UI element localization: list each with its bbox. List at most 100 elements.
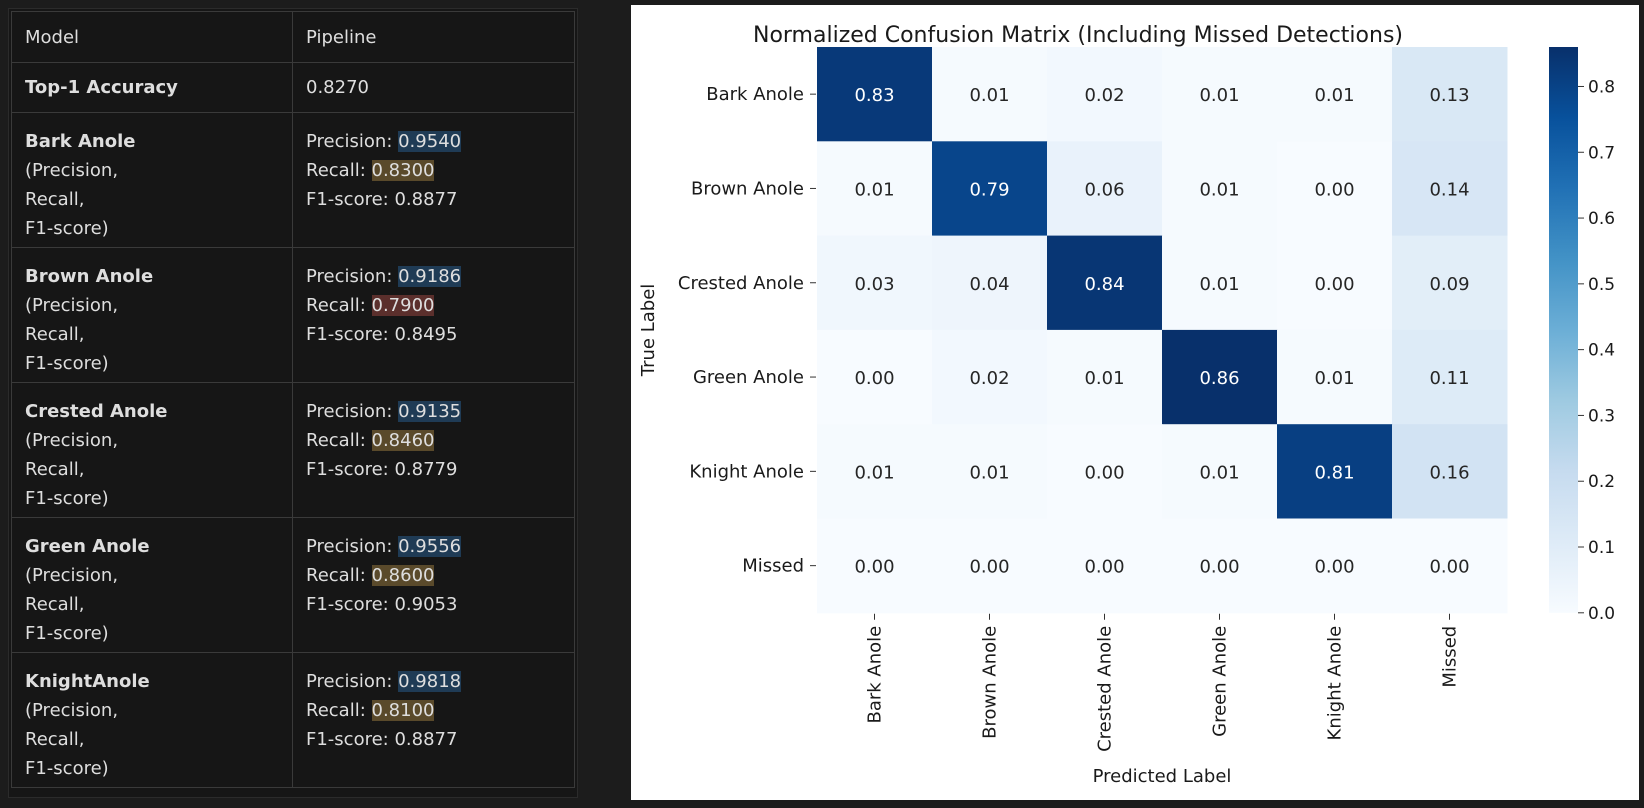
colorbar-tick-label: 0.3: [1588, 406, 1615, 426]
metrics-cell: Precision: 0.9540 Recall: 0.8300 F1-score:…: [292, 112, 575, 248]
cell-value-label: 0.00: [1314, 557, 1354, 578]
metrics-cell: Precision: 0.9186 Recall: 0.7900 F1-score:…: [292, 247, 575, 383]
recall-label: Recall:: [306, 565, 372, 586]
cell-value-label: 0.86: [1199, 368, 1239, 389]
precision-value: 0.9556: [398, 536, 462, 557]
class-cell: Brown Anole (Precision, Recall, F1-score): [11, 247, 293, 383]
x-tick-label: Missed: [1440, 626, 1461, 688]
recall-label: Recall:: [306, 430, 372, 451]
recall-label: Recall:: [306, 295, 372, 316]
class-name: Green Anole: [25, 536, 150, 557]
colorbar-tick-label: 0.1: [1588, 538, 1615, 558]
colorbar-tick-label: 0.2: [1588, 472, 1615, 492]
class-cell: Green Anole (Precision, Recall, F1-score): [11, 517, 293, 653]
recall-value: 0.8300: [371, 160, 435, 181]
f1-score: F1-score: 0.8779: [306, 459, 458, 480]
cell-value-label: 0.03: [854, 274, 894, 295]
x-tick-label: Brown Anole: [980, 626, 1001, 739]
recall-line: Recall: 0.8460: [306, 426, 561, 455]
precision-value: 0.9135: [398, 401, 462, 422]
metric-label: F1-score): [25, 218, 109, 239]
class-name: Crested Anole: [25, 401, 168, 422]
cell-value-label: 0.04: [969, 274, 1009, 295]
cell-value-label: 0.01: [1199, 179, 1239, 200]
precision-value: 0.9540: [398, 131, 462, 152]
header-model: Model: [11, 11, 293, 63]
cell-value-label: 0.11: [1429, 368, 1469, 389]
cell-value-label: 0.00: [1084, 462, 1124, 483]
y-tick-label: Crested Anole: [678, 273, 804, 294]
confusion-matrix-chart: Normalized Confusion Matrix (Including M…: [631, 5, 1639, 800]
y-tick-label: Knight Anole: [689, 461, 804, 482]
cell-value-label: 0.01: [969, 85, 1009, 106]
f1-score: F1-score: 0.8877: [306, 189, 458, 210]
recall-value: 0.7900: [371, 295, 435, 316]
precision-value: 0.9186: [398, 266, 462, 287]
cell-value-label: 0.01: [1084, 368, 1124, 389]
colorbar-tick-label: 0.8: [1588, 77, 1615, 97]
recall-line: Recall: 0.8100: [306, 696, 561, 725]
f1-score: F1-score: 0.8877: [306, 729, 458, 750]
cell-value-label: 0.81: [1314, 462, 1354, 483]
class-cell: Bark Anole (Precision, Recall, F1-score): [11, 112, 293, 248]
colorbar-tick-label: 0.4: [1588, 341, 1615, 361]
x-tick-label: Bark Anole: [865, 626, 886, 724]
class-name: Bark Anole: [25, 131, 136, 152]
table-row: Green Anole (Precision, Recall, F1-score) Pr…: [11, 517, 575, 653]
recall-value: 0.8460: [371, 430, 435, 451]
cell-value-label: 0.00: [1429, 557, 1469, 578]
metric-label: (Precision,: [25, 430, 119, 451]
precision-line: Precision: 0.9540: [306, 127, 561, 156]
accuracy-value: 0.8270: [292, 62, 575, 113]
cell-value-label: 0.14: [1429, 179, 1469, 200]
metric-label: Recall,: [25, 729, 85, 750]
x-tick-label: Green Anole: [1210, 626, 1231, 737]
cell-value-label: 0.00: [854, 368, 894, 389]
cell-value-label: 0.13: [1429, 85, 1469, 106]
header-pipeline: Pipeline: [292, 11, 575, 63]
metrics-cell: Precision: 0.9556 Recall: 0.8600 F1-score:…: [292, 517, 575, 653]
class-cell: Crested Anole (Precision, Recall, F1-score): [11, 382, 293, 518]
accuracy-row: Top-1 Accuracy 0.8270: [11, 62, 575, 113]
cell-value-label: 0.01: [1199, 274, 1239, 295]
cell-value-label: 0.00: [969, 557, 1009, 578]
recall-line: Recall: 0.8600: [306, 561, 561, 590]
cell-value-label: 0.79: [969, 179, 1009, 200]
f1-score: F1-score: 0.8495: [306, 324, 458, 345]
chart-title: Normalized Confusion Matrix (Including M…: [753, 23, 1403, 48]
cell-value-label: 0.01: [854, 462, 894, 483]
colorbar: [1549, 47, 1578, 613]
confusion-matrix-svg: Normalized Confusion Matrix (Including M…: [638, 23, 1615, 787]
table-header-row: Model Pipeline: [11, 11, 575, 63]
colorbar-tick-label: 0.6: [1588, 209, 1615, 229]
class-name: KnightAnole: [25, 671, 150, 692]
precision-label: Precision:: [306, 401, 399, 422]
cell-value-label: 0.00: [1199, 557, 1239, 578]
table-row: Bark Anole (Precision, Recall, F1-score) Pre…: [11, 112, 575, 248]
cell-value-label: 0.01: [1199, 462, 1239, 483]
metric-label: Recall,: [25, 594, 85, 615]
metric-label: (Precision,: [25, 160, 119, 181]
table-row: KnightAnole (Precision, Recall, F1-score) Pr…: [11, 652, 575, 788]
cell-value-label: 0.01: [854, 179, 894, 200]
cell-value-label: 0.01: [1314, 85, 1354, 106]
cell-value-label: 0.02: [969, 368, 1009, 389]
cell-value-label: 0.00: [1314, 179, 1354, 200]
metric-label: Recall,: [25, 324, 85, 345]
metric-label: (Precision,: [25, 700, 119, 721]
cell-value-label: 0.01: [1314, 368, 1354, 389]
f1-score: F1-score: 0.9053: [306, 594, 458, 615]
recall-line: Recall: 0.8300: [306, 156, 561, 185]
cell-value-label: 0.02: [1084, 85, 1124, 106]
class-cell: KnightAnole (Precision, Recall, F1-score): [11, 652, 293, 788]
precision-value: 0.9818: [398, 671, 462, 692]
cell-value-label: 0.00: [1314, 274, 1354, 295]
colorbar-tick-label: 0.7: [1588, 143, 1615, 163]
metric-label: F1-score): [25, 353, 109, 374]
table-row: Crested Anole (Precision, Recall, F1-score)…: [11, 382, 575, 518]
table-row: Brown Anole (Precision, Recall, F1-score) Pr…: [11, 247, 575, 383]
precision-line: Precision: 0.9818: [306, 667, 561, 696]
metrics-table: Model Pipeline Top-1 Accuracy 0.8270 Bar…: [11, 11, 575, 788]
y-tick-label: Brown Anole: [691, 178, 804, 199]
x-tick-label: Knight Anole: [1325, 626, 1346, 741]
